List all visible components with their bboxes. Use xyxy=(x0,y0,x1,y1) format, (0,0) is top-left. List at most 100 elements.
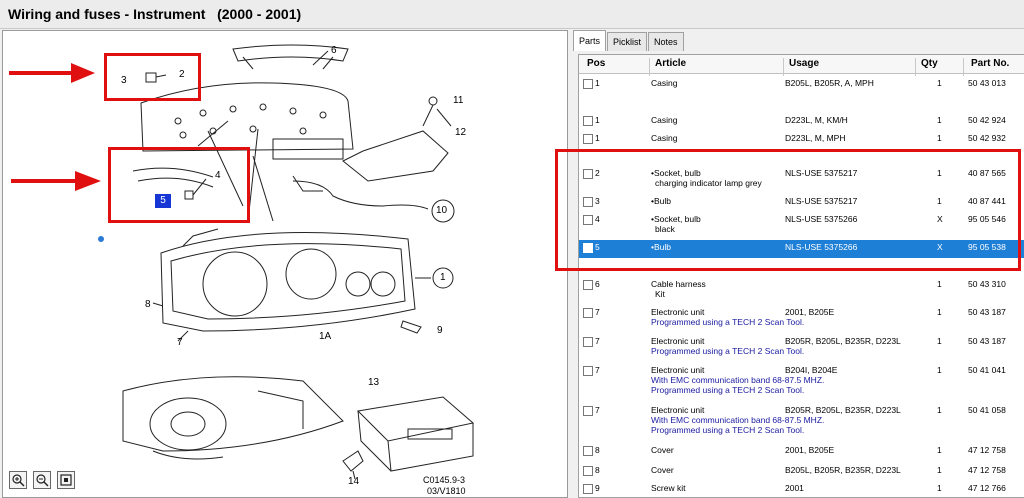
tab-bar: Parts Picklist Notes xyxy=(573,30,685,52)
callout-11[interactable]: 11 xyxy=(453,95,463,106)
table-row[interactable]: 9 Screw kit 2001 1 47 12 766 xyxy=(579,481,1024,497)
row-part-no: 50 43 187 xyxy=(968,307,1006,317)
row-usage: D223L, M, MPH xyxy=(785,133,846,143)
row-note: Programmed using a TECH 2 Scan Tool. xyxy=(651,346,805,356)
row-qty: 1 xyxy=(937,78,942,88)
row-part-no: 47 12 758 xyxy=(968,465,1006,475)
row-note: Programmed using a TECH 2 Scan Tool. xyxy=(651,425,805,435)
callout-9[interactable]: 9 xyxy=(437,325,443,336)
fit-to-window-button[interactable] xyxy=(57,471,75,489)
callout-10[interactable]: 10 xyxy=(436,205,447,216)
callout-13[interactable]: 13 xyxy=(368,377,379,388)
exploded-diagram-panel[interactable]: 3 2 6 11 12 4 10 1 8 9 7 1A 13 14 5 C014… xyxy=(2,30,568,498)
column-header-qty[interactable]: Qty xyxy=(921,58,938,69)
callout-1a[interactable]: 1A xyxy=(319,331,331,342)
callout-8[interactable]: 8 xyxy=(145,299,151,310)
row-qty: 1 xyxy=(937,279,942,289)
highlight-box-callouts-2-3 xyxy=(104,53,201,101)
row-note: Programmed using a TECH 2 Scan Tool. xyxy=(651,317,805,327)
table-row[interactable]: 7 Electronic unit 2001, B205E 1 50 43 187 Pro… xyxy=(579,305,1024,331)
tab-parts[interactable]: Parts xyxy=(573,30,607,51)
table-row[interactable]: 1 Casing B205L, B205R, A, MPH 1 50 43 013 xyxy=(579,76,1024,92)
row-pos: 1 xyxy=(595,133,600,143)
table-row[interactable]: 6 Cable harness 1 50 43 310 Kit xyxy=(579,277,1024,303)
figure-code: C0145.9-3 xyxy=(423,475,466,485)
row-note: With EMC communication band 68-87.5 MHZ. xyxy=(651,415,825,425)
row-article: Screw kit xyxy=(651,483,686,493)
table-header: Pos Article Usage Qty Part No. xyxy=(579,55,1024,76)
parts-table: Pos Article Usage Qty Part No. 1 Casing B2… xyxy=(578,54,1024,498)
row-checkbox[interactable] xyxy=(583,337,593,347)
row-usage: 2001 xyxy=(785,483,804,493)
row-qty: 1 xyxy=(937,445,942,455)
callout-12[interactable]: 12 xyxy=(455,127,466,138)
zoom-out-icon xyxy=(36,474,49,487)
row-qty: 1 xyxy=(937,336,942,346)
row-pos: 7 xyxy=(595,307,600,317)
column-header-part-no[interactable]: Part No. xyxy=(971,58,1009,69)
row-usage: 2001, B205E xyxy=(785,445,835,455)
row-part-no: 50 43 187 xyxy=(968,336,1006,346)
zoom-in-button[interactable] xyxy=(9,471,27,489)
row-article: Casing xyxy=(651,78,678,88)
row-checkbox[interactable] xyxy=(583,134,593,144)
column-header-pos[interactable]: Pos xyxy=(587,58,605,69)
row-usage: B205L, B205R, B235R, D223L xyxy=(785,465,901,475)
row-part-no: 50 41 041 xyxy=(968,365,1006,375)
red-arrow-icon xyxy=(9,63,95,83)
table-row[interactable]: 1 Casing D223L, M, MPH 1 50 42 932 xyxy=(579,131,1024,147)
tab-notes[interactable]: Notes xyxy=(648,32,684,51)
highlight-box-rows-2-5 xyxy=(555,149,1021,271)
row-checkbox[interactable] xyxy=(583,308,593,318)
table-row[interactable]: 1 Casing D223L, M, KM/H 1 50 42 924 xyxy=(579,113,1024,129)
row-article: Cable harness xyxy=(651,279,706,289)
figure-revision: 03/V1810 xyxy=(427,486,466,496)
callout-1[interactable]: 1 xyxy=(440,272,446,283)
table-row[interactable]: 8 Cover 2001, B205E 1 47 12 758 xyxy=(579,443,1024,459)
table-row[interactable]: 8 Cover B205L, B205R, B235R, D223L 1 47 12 7… xyxy=(579,463,1024,479)
row-usage: D223L, M, KM/H xyxy=(785,115,848,125)
row-qty: 1 xyxy=(937,465,942,475)
row-checkbox[interactable] xyxy=(583,280,593,290)
zoom-in-icon xyxy=(12,474,25,487)
row-qty: 1 xyxy=(937,483,942,493)
row-checkbox[interactable] xyxy=(583,446,593,456)
row-usage: B205R, B205L, B235R, D223L xyxy=(785,336,901,346)
row-usage: B205R, B205L, B235R, D223L xyxy=(785,405,901,415)
row-part-no: 50 43 013 xyxy=(968,78,1006,88)
column-header-article[interactable]: Article xyxy=(655,58,686,69)
row-usage: B205L, B205R, A, MPH xyxy=(785,78,874,88)
row-qty: 1 xyxy=(937,115,942,125)
row-qty: 1 xyxy=(937,307,942,317)
row-checkbox[interactable] xyxy=(583,366,593,376)
window-title-bar: Wiring and fuses - Instrument (2000 - 20… xyxy=(0,0,1024,29)
row-pos: 8 xyxy=(595,445,600,455)
table-row[interactable]: 7 Electronic unit B205R, B205L, B235R, D22… xyxy=(579,334,1024,360)
row-pos: 6 xyxy=(595,279,600,289)
row-checkbox[interactable] xyxy=(583,484,593,494)
highlight-box-callouts-4-5 xyxy=(108,147,250,223)
row-article: Electronic unit xyxy=(651,307,705,317)
row-article: Casing xyxy=(651,115,678,125)
table-row[interactable]: 7 Electronic unit B205R, B205L, B235R, D22… xyxy=(579,403,1024,439)
red-arrow-icon xyxy=(11,171,101,191)
tab-picklist[interactable]: Picklist xyxy=(607,32,648,51)
callout-6[interactable]: 6 xyxy=(331,45,337,56)
row-article: Electronic unit xyxy=(651,336,705,346)
callout-14[interactable]: 14 xyxy=(348,476,359,487)
row-checkbox[interactable] xyxy=(583,79,593,89)
callout-7[interactable]: 7 xyxy=(177,337,183,348)
row-checkbox[interactable] xyxy=(583,406,593,416)
row-checkbox[interactable] xyxy=(583,116,593,126)
row-note: With EMC communication band 68-87.5 MHZ. xyxy=(651,375,825,385)
table-row[interactable]: 7 Electronic unit B204I, B204E 1 50 41 041 Wi… xyxy=(579,363,1024,399)
row-part-no: 47 12 758 xyxy=(968,445,1006,455)
column-header-usage[interactable]: Usage xyxy=(789,58,819,69)
row-part-no: 50 42 924 xyxy=(968,115,1006,125)
row-checkbox[interactable] xyxy=(583,466,593,476)
zoom-out-button[interactable] xyxy=(33,471,51,489)
instrument-diagram-drawing xyxy=(98,44,475,480)
row-qty: 1 xyxy=(937,365,942,375)
row-article: Cover xyxy=(651,445,674,455)
row-article: Electronic unit xyxy=(651,405,705,415)
